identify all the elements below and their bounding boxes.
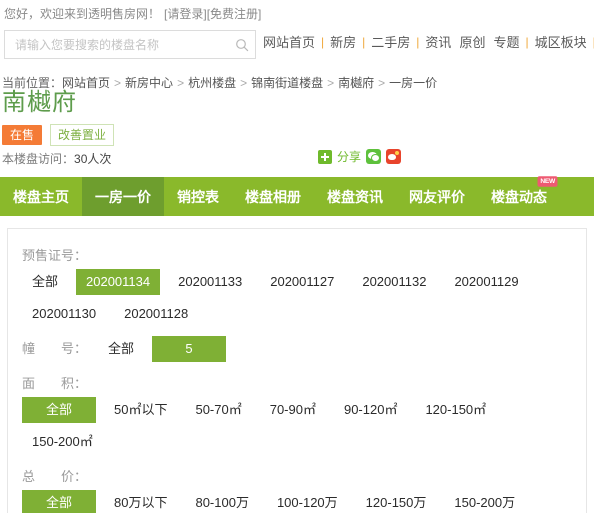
- filter-row-presale-number: 预售证号： 全部 202001134 202001133 202001127 2…: [8, 243, 586, 327]
- filter-row-building-number: 幢 号： 全部 5: [8, 336, 586, 362]
- filter-option-price-under80[interactable]: 80万以下: [104, 490, 177, 513]
- site-header: 网站首页 | 新房 | 二手房 | 资讯 原创 专题 | 城区板块 | 房屋类别: [0, 26, 594, 70]
- search-input[interactable]: [13, 36, 235, 53]
- filter-label-building-number: 幢 号：: [22, 341, 88, 356]
- tab-project-home[interactable]: 楼盘主页: [0, 177, 82, 216]
- filter-options-total-price: 全部 80万以下 80-100万 100-120万 120-150万 150-2…: [22, 490, 586, 513]
- breadcrumb-item-current: 一房一价: [389, 76, 438, 90]
- filter-label-area: 面 积：: [22, 376, 88, 391]
- nav-separator: |: [321, 34, 325, 49]
- auth-links: [请登录][免费注册]: [164, 5, 261, 22]
- nav-item-original[interactable]: 原创: [458, 32, 486, 51]
- nav-item-news[interactable]: 资讯: [424, 32, 452, 51]
- filter-label-presale-number: 预售证号：: [22, 248, 88, 263]
- nav-separator: |: [525, 34, 529, 49]
- tab-project-updates[interactable]: 楼盘动态 NEW: [478, 176, 560, 216]
- filter-option-area-70-90[interactable]: 70-90㎡: [260, 397, 326, 423]
- filter-option-area-150-200[interactable]: 150-200㎡: [22, 429, 103, 455]
- breadcrumb-item-new-center[interactable]: 新房中心: [125, 76, 173, 90]
- weibo-icon[interactable]: [386, 149, 402, 164]
- nav-separator: |: [362, 34, 366, 49]
- breadcrumb-arrow: >: [177, 76, 185, 90]
- filter-option-area-90-120[interactable]: 90-120㎡: [334, 397, 407, 423]
- nav-separator: |: [416, 34, 420, 49]
- wechat-icon[interactable]: [366, 149, 382, 164]
- filter-option-area-50-70[interactable]: 50-70㎡: [185, 397, 251, 423]
- filter-option-area-under50[interactable]: 50㎡以下: [104, 397, 177, 423]
- filter-option-202001134[interactable]: 202001134: [76, 269, 161, 295]
- new-badge: NEW: [537, 176, 558, 187]
- breadcrumb-item-jinnan[interactable]: 锦南街道楼盘: [251, 76, 323, 90]
- tab-price-list[interactable]: 一房一价: [82, 177, 164, 216]
- visits-count: 30人次: [74, 151, 112, 166]
- share-label[interactable]: 分享: [337, 148, 361, 165]
- filter-row-area: 面 积： 全部 50㎡以下 50-70㎡ 70-90㎡ 90-120㎡ 120-…: [8, 371, 586, 455]
- visits-label: 本楼盘访问：: [2, 151, 75, 166]
- tab-project-updates-label: 楼盘动态: [491, 188, 547, 205]
- project-tabbar: 楼盘主页 一房一价 销控表 楼盘相册 楼盘资讯 网友评价 楼盘动态 NEW: [0, 176, 594, 216]
- filter-row-total-price: 总 价： 全部 80万以下 80-100万 100-120万 120-150万 …: [8, 464, 586, 513]
- filter-option-price-80-100[interactable]: 80-100万: [185, 490, 258, 513]
- filter-options-area: 全部 50㎡以下 50-70㎡ 70-90㎡ 90-120㎡ 120-150㎡ …: [22, 397, 586, 455]
- welcome-text: 您好，欢迎来到透明售房网！: [4, 6, 161, 21]
- main-navigation: 网站首页 | 新房 | 二手房 | 资讯 原创 专题 | 城区板块 | 房屋类别: [262, 32, 594, 51]
- breadcrumb-item-hangzhou[interactable]: 杭州楼盘: [188, 76, 236, 90]
- filter-option-202001132[interactable]: 202001132: [352, 269, 436, 295]
- filter-option-price-all[interactable]: 全部: [22, 490, 96, 513]
- breadcrumb-item-home[interactable]: 网站首页: [62, 76, 110, 90]
- project-title-row: 南樾府: [0, 89, 594, 119]
- breadcrumb-arrow: >: [327, 76, 335, 90]
- filter-option-area-120-150[interactable]: 120-150㎡: [415, 397, 496, 423]
- page-title: 南樾府: [2, 89, 77, 116]
- nav-item-topics[interactable]: 专题: [492, 32, 520, 51]
- breadcrumb-label: 当前位置：: [2, 76, 63, 90]
- breadcrumb-arrow: >: [114, 76, 122, 90]
- filter-option-202001130[interactable]: 202001130: [22, 301, 106, 327]
- filter-option-202001128[interactable]: 202001128: [114, 301, 198, 327]
- share-widget[interactable]: 分享: [318, 148, 402, 165]
- filter-option-price-100-120[interactable]: 100-120万: [267, 490, 348, 513]
- breadcrumb: 当前位置：网站首页 > 新房中心 > 杭州楼盘 > 锦南街道楼盘 > 南樾府 > 一房一价: [0, 70, 594, 90]
- filter-option-price-150-200[interactable]: 150-200万: [444, 490, 525, 513]
- filter-option-202001127[interactable]: 202001127: [260, 269, 344, 295]
- filter-option-price-120-150[interactable]: 120-150万: [356, 490, 437, 513]
- project-tags: 在售 改善置业: [0, 119, 594, 146]
- breadcrumb-item-project[interactable]: 南樾府: [338, 76, 374, 90]
- filter-option-building-all[interactable]: 全部: [98, 336, 144, 362]
- register-link[interactable]: [免费注册]: [207, 7, 262, 21]
- tab-photo-album[interactable]: 楼盘相册: [232, 177, 314, 216]
- filter-option-area-all[interactable]: 全部: [22, 397, 96, 423]
- filter-options-building-number: 全部 5: [98, 336, 586, 362]
- search-icon[interactable]: [235, 38, 249, 52]
- search-box[interactable]: [4, 30, 256, 59]
- share-plus-icon[interactable]: [318, 149, 332, 164]
- filter-options-presale-number: 全部 202001134 202001133 202001127 2020011…: [22, 269, 586, 327]
- breadcrumb-arrow: >: [240, 76, 248, 90]
- tab-user-reviews[interactable]: 网友评价: [396, 177, 478, 216]
- tab-project-news[interactable]: 楼盘资讯: [314, 177, 396, 216]
- nav-item-districts[interactable]: 城区板块: [534, 32, 588, 51]
- project-type-tag: 改善置业: [50, 124, 115, 146]
- page-root: 您好，欢迎来到透明售房网！ [请登录][免费注册] 网站首页 | 新房 | 二手…: [0, 0, 594, 513]
- filter-label-total-price: 总 价：: [22, 469, 88, 484]
- breadcrumb-arrow: >: [378, 76, 386, 90]
- status-badge: 在售: [2, 125, 43, 145]
- nav-item-new-houses[interactable]: 新房: [329, 32, 357, 51]
- filter-option-202001129[interactable]: 202001129: [444, 269, 528, 295]
- nav-group-news: 资讯 原创 专题: [424, 32, 520, 51]
- visits-row: 本楼盘访问： 30人次 分享: [0, 145, 594, 171]
- filter-option-all[interactable]: 全部: [22, 269, 68, 295]
- nav-item-second-hand[interactable]: 二手房: [370, 32, 411, 51]
- tab-sales-control[interactable]: 销控表: [164, 177, 232, 216]
- filter-option-202001133[interactable]: 202001133: [168, 269, 252, 295]
- top-welcome-bar: 您好，欢迎来到透明售房网！ [请登录][免费注册]: [0, 0, 594, 26]
- nav-item-home[interactable]: 网站首页: [262, 32, 316, 51]
- filter-option-building-5[interactable]: 5: [152, 336, 227, 362]
- filter-panel: 预售证号： 全部 202001134 202001133 202001127 2…: [7, 228, 587, 513]
- login-link[interactable]: [请登录]: [164, 7, 207, 21]
